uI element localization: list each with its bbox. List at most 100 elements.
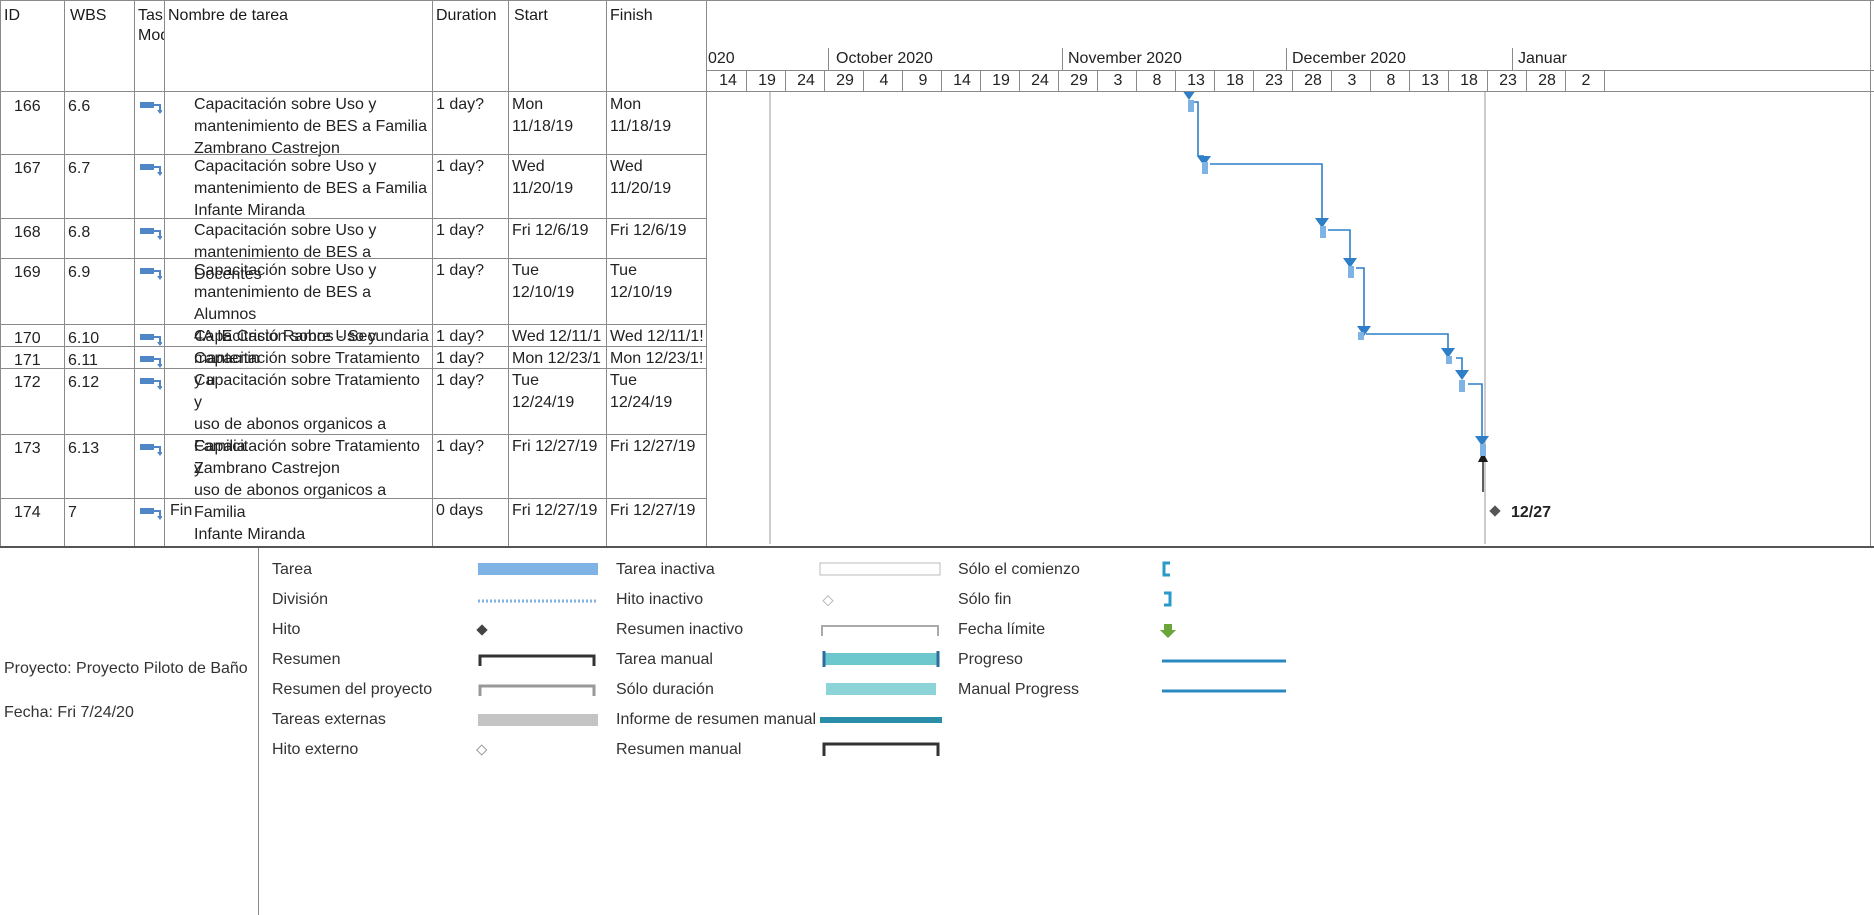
project-name: Proyecto: Proyecto Piloto de Baño (4, 660, 248, 677)
row-start: Fri 12/27/19 (512, 438, 598, 455)
timescale-tick (1409, 70, 1410, 92)
timescale-month-divider (828, 48, 829, 70)
row-id: 169 (14, 264, 41, 281)
col-header-wbs[interactable]: WBS (70, 6, 106, 26)
timescale-tick (1253, 70, 1254, 92)
table-row[interactable]: 173 6.13 Capacitación sobre Tratamiento y … (0, 434, 706, 543)
timescale-month-divider (1512, 48, 1513, 70)
task-bar-170[interactable] (1358, 332, 1364, 340)
task-bar-172[interactable] (1459, 380, 1465, 392)
legend-label: División (272, 591, 329, 608)
legend-manual-task-symbol (824, 653, 938, 665)
timescale-day-label: 4 (879, 72, 889, 89)
row-duration: 1 day? (436, 96, 485, 113)
row-wbs: 6.7 (68, 160, 91, 177)
row-duration: 1 day? (436, 350, 485, 367)
legend-label: Tarea (272, 561, 313, 578)
timescale-tick (980, 70, 981, 92)
legend-label: Sólo duración (616, 681, 714, 698)
table-row[interactable]: 166 6.6 Capacitación sobre Uso y mantenimi… (0, 92, 706, 157)
arrowhead (1183, 92, 1195, 100)
legend-task-symbol (478, 563, 598, 575)
auto-scheduled-task-icon (140, 332, 163, 346)
timescale-day-label: 24 (1031, 72, 1049, 89)
link-arrowheads (1183, 92, 1489, 462)
timescale-tick (746, 70, 747, 92)
timescale-day-label: 13 (1421, 72, 1439, 89)
timescale-tick (863, 70, 864, 92)
timescale-day-label: 3 (1113, 72, 1123, 89)
col-header-finish[interactable]: Finish (610, 6, 653, 26)
task-bar-166[interactable] (1188, 100, 1194, 112)
footer-separator (0, 546, 1874, 548)
row-id: 174 (14, 504, 41, 521)
timescale-tick (1331, 70, 1332, 92)
legend-manual-summary-rollup-symbol (820, 717, 942, 723)
legend-label: Tarea inactiva (616, 561, 715, 578)
row-duration: 1 day? (436, 438, 485, 455)
milestone-174[interactable] (1489, 505, 1501, 517)
task-bar-168[interactable] (1320, 226, 1326, 238)
table-row[interactable]: 169 6.9 Capacitación sobre Uso y mantenimi… (0, 258, 706, 345)
timescale-divider (706, 70, 1874, 71)
timescale-day-label: 13 (1187, 72, 1205, 89)
row-finish: Tue 12/24/19 (610, 372, 673, 411)
timescale-day-label: 2 (1581, 72, 1591, 89)
timescale-day-label: 23 (1499, 72, 1517, 89)
timescale-month-label: Januar (1518, 50, 1567, 67)
row-task-name[interactable]: Capacitación sobre Uso y mantenimiento d… (194, 156, 432, 222)
task-bar-171[interactable] (1446, 356, 1452, 364)
row-duration: 0 days (436, 502, 484, 519)
task-bar-167[interactable] (1202, 162, 1208, 174)
legend-summary-symbol (478, 654, 596, 666)
legend-label: Sólo fin (958, 591, 1012, 608)
timescale-month-label: November 2020 (1068, 50, 1182, 67)
row-duration: 1 day? (436, 372, 485, 389)
col-header-task-mode[interactable]: Task Mode (138, 6, 164, 46)
col-header-start[interactable]: Start (514, 6, 548, 26)
row-id: 166 (14, 98, 41, 115)
table-row[interactable]: 167 6.7 Capacitación sobre Uso y mantenimi… (0, 154, 706, 219)
timescale-day-label: 28 (1538, 72, 1556, 89)
col-header-id[interactable]: ID (4, 6, 20, 26)
link-171-172 (1456, 357, 1463, 372)
table-row[interactable]: 168 6.8 Capacitación sobre Uso y mantenimi… (0, 218, 706, 283)
timescale-day-label: 19 (758, 72, 776, 89)
link-169-170 (1356, 267, 1365, 328)
task-bar-169[interactable] (1348, 266, 1354, 278)
timescale-day-label: 14 (953, 72, 971, 89)
legend-label: Hito externo (272, 741, 359, 758)
auto-scheduled-task-icon (140, 266, 163, 280)
row-finish: Mon 11/18/19 (610, 96, 672, 135)
row-task-name[interactable]: Fin (170, 500, 432, 522)
link-167-168 (1210, 163, 1323, 220)
table-row[interactable]: 171 6.11 Capacitación sobre Tratamiento y … (0, 346, 706, 389)
legend-label: Sólo el comienzo (958, 561, 1080, 578)
timescale-day-label: 18 (1460, 72, 1478, 89)
legend-label: Tarea manual (616, 651, 713, 668)
col-header-task-name[interactable]: Nombre de tarea (168, 6, 288, 26)
legend-label: Resumen del proyecto (272, 681, 433, 698)
project-info: Proyecto: Proyecto Piloto de Baño Fecha:… (4, 636, 248, 746)
row-task-name[interactable]: Capacitación sobre Uso y mantenimiento d… (194, 94, 432, 160)
legend-label: Resumen (272, 651, 341, 668)
legend-finish-only-symbol (1164, 591, 1172, 607)
timescale-tick (1097, 70, 1098, 92)
timescale-tick (1136, 70, 1137, 92)
col-header-duration[interactable]: Duration (436, 6, 496, 26)
row-duration: 1 day? (436, 158, 485, 175)
auto-scheduled-task-icon (140, 376, 163, 390)
gantt-chart-view: ID WBS Task Mode Nombre de tarea Duratio… (0, 0, 1874, 915)
row-duration: 1 day? (436, 222, 485, 239)
legend-divider (258, 548, 259, 915)
milestone-174-label: 12/27 (1511, 504, 1551, 521)
legend-external-tasks-symbol (478, 714, 598, 726)
legend-label: Resumen manual (616, 741, 742, 758)
row-start: Wed 12/11/1 (512, 328, 602, 345)
task-bar-173[interactable] (1480, 444, 1486, 456)
table-row[interactable]: 174 7 Fin 0 days Fri 12/27/19 Fri 12/27/19 (0, 498, 706, 546)
row-start: Wed 11/20/19 (512, 158, 574, 197)
table-row[interactable]: 170 6.10 Capacitación sobre Uso y mantenin… (0, 324, 706, 367)
table-row[interactable]: 172 6.12 Capacitación sobre Tratamiento y … (0, 368, 706, 477)
timescale-tick (1292, 70, 1293, 92)
